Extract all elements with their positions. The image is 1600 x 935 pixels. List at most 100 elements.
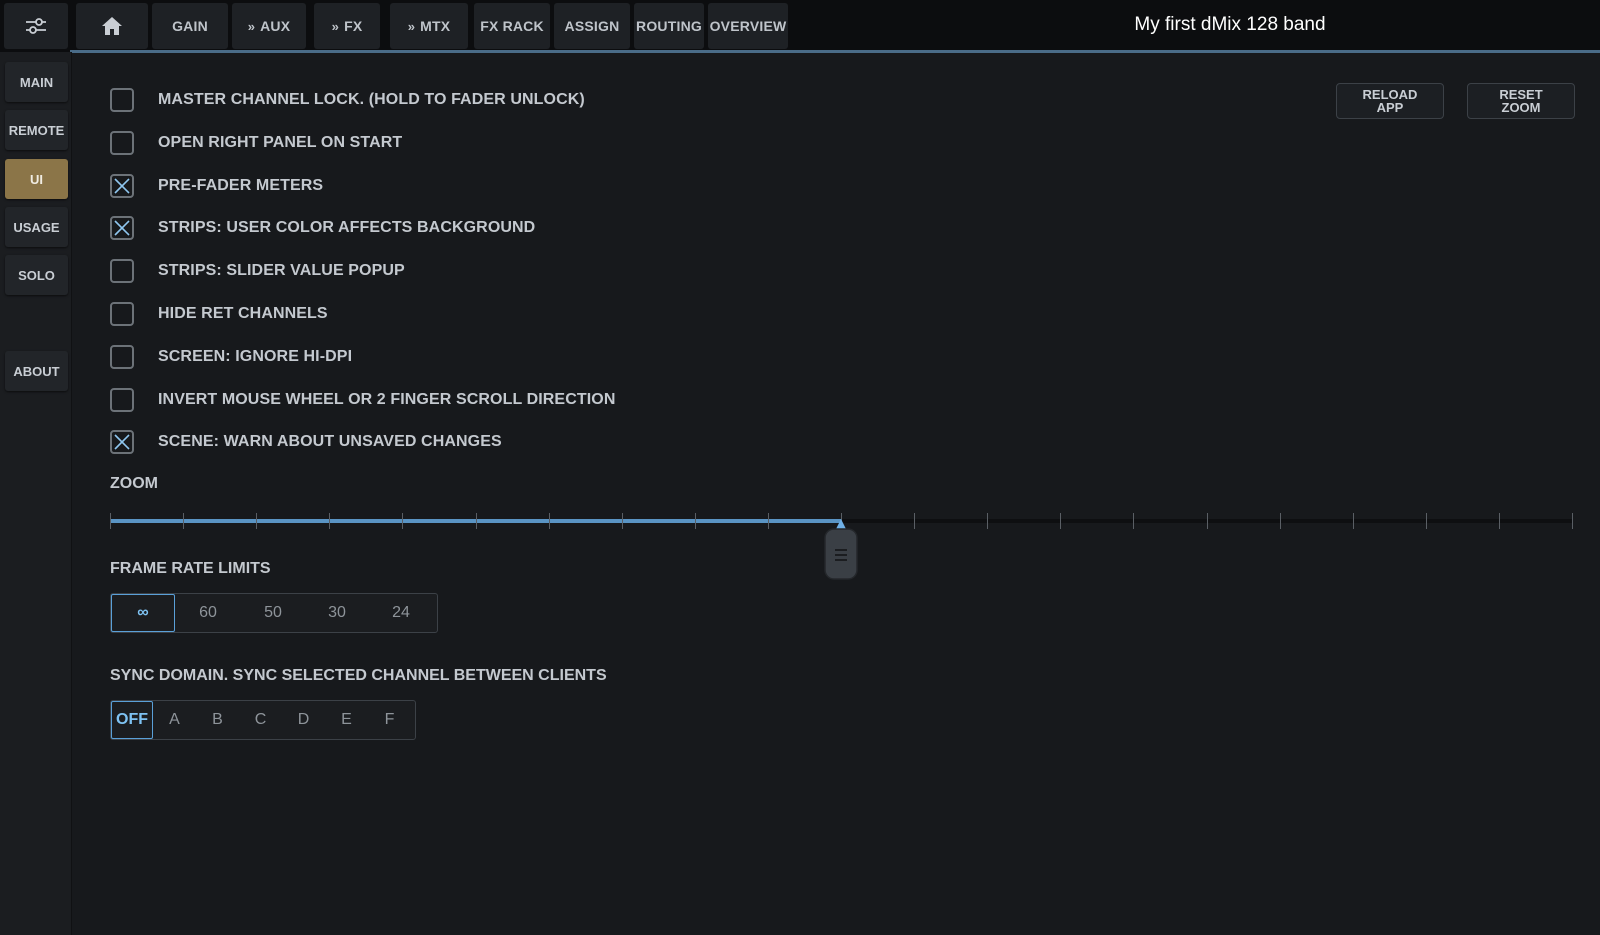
tab-label: GAIN bbox=[172, 18, 208, 34]
sidebar-item-about[interactable]: ABOUT bbox=[5, 351, 68, 391]
top-bar: GAIN» AUX» FX» MTX FX RACK ASSIGN ROUTING OVERV… bbox=[0, 0, 1600, 53]
chevron-double-right-icon: » bbox=[247, 18, 256, 34]
sync-domain-option[interactable]: F bbox=[368, 701, 411, 739]
sync-domain-option[interactable]: B bbox=[196, 701, 239, 739]
zoom-tick bbox=[402, 513, 403, 529]
reset-zoom-button[interactable]: RESET ZOOM bbox=[1467, 83, 1575, 119]
checkbox-unchecked[interactable] bbox=[110, 88, 134, 112]
sync-domain-option[interactable]: OFF bbox=[111, 701, 153, 739]
tab-overview[interactable]: OVERVIEW bbox=[708, 3, 788, 49]
checkbox-checked[interactable] bbox=[110, 430, 134, 455]
tab-mtx[interactable]: » MTX bbox=[390, 3, 468, 49]
option-row[interactable]: STRIPS: SLIDER VALUE POPUP bbox=[110, 258, 405, 284]
zoom-tick bbox=[1353, 513, 1354, 529]
zoom-tick bbox=[1499, 513, 1500, 529]
tab-label: FX bbox=[344, 18, 363, 34]
zoom-tick bbox=[476, 513, 477, 529]
frame-rate-option[interactable]: 60 bbox=[175, 594, 241, 632]
tab-label: AUX bbox=[260, 18, 291, 34]
frame-rate-label: FRAME RATE LIMITS bbox=[110, 560, 271, 577]
option-row[interactable]: SCENE: WARN ABOUT UNSAVED CHANGES bbox=[110, 429, 502, 455]
zoom-tick bbox=[183, 513, 184, 529]
option-row[interactable]: HIDE RET CHANNELS bbox=[110, 301, 328, 327]
home-icon bbox=[102, 17, 122, 35]
sidebar-item-remote[interactable]: REMOTE bbox=[5, 110, 68, 150]
frame-rate-option[interactable]: 30 bbox=[305, 594, 369, 632]
zoom-tick bbox=[695, 513, 696, 529]
sync-domain-option[interactable]: D bbox=[282, 701, 325, 739]
reset-zoom-label-line2: ZOOM bbox=[1501, 100, 1541, 115]
zoom-tick bbox=[987, 513, 988, 529]
option-label: HIDE RET CHANNELS bbox=[158, 305, 328, 322]
checkbox-unchecked[interactable] bbox=[110, 387, 134, 412]
option-label: SCREEN: IGNORE HI-DPI bbox=[158, 347, 353, 365]
option-row[interactable]: STRIPS: USER COLOR AFFECTS BACKGROUND bbox=[110, 215, 535, 241]
sidebar: MAIN REMOTE UI USAGE SOLO ABOUT bbox=[0, 52, 72, 935]
checkbox-checked[interactable] bbox=[110, 216, 134, 241]
reload-app-button[interactable]: RELOAD APP bbox=[1336, 83, 1444, 119]
sync-domain-label: SYNC DOMAIN. SYNC SELECTED CHANNEL BETWE… bbox=[110, 667, 607, 684]
sidebar-item-usage[interactable]: USAGE bbox=[5, 207, 68, 247]
tab-fx-rack[interactable]: FX RACK bbox=[474, 3, 550, 49]
checkbox-unchecked[interactable] bbox=[110, 344, 134, 369]
tab-gain[interactable]: GAIN bbox=[152, 3, 228, 49]
zoom-tick bbox=[914, 513, 915, 529]
checkbox-unchecked[interactable] bbox=[110, 302, 134, 326]
sidebar-item-solo[interactable]: SOLO bbox=[5, 255, 68, 295]
ui-settings-panel: MASTER CHANNEL LOCK. (HOLD TO FADER UNLO… bbox=[72, 55, 1600, 935]
frame-rate-option[interactable]: ∞ bbox=[111, 594, 175, 632]
scene-title: My first dMix 128 band bbox=[1134, 14, 1326, 35]
tab-aux[interactable]: » AUX bbox=[232, 3, 306, 49]
sync-domain-selector: OFF A B C D E F bbox=[110, 700, 416, 740]
reload-label-line2: APP bbox=[1376, 100, 1404, 115]
sync-domain-option[interactable]: A bbox=[153, 701, 196, 739]
checkbox-unchecked[interactable] bbox=[110, 259, 134, 284]
option-row[interactable]: OPEN RIGHT PANEL ON START bbox=[110, 130, 402, 156]
option-label: STRIPS: SLIDER VALUE POPUP bbox=[158, 262, 405, 280]
checkbox-checked[interactable] bbox=[110, 173, 134, 198]
frame-rate-option[interactable]: 24 bbox=[369, 594, 433, 632]
sidebar-item-ui[interactable]: UI bbox=[5, 159, 68, 199]
check-x-icon bbox=[114, 178, 130, 194]
check-x-icon bbox=[114, 220, 130, 236]
option-label: PRE-FADER METERS bbox=[158, 176, 324, 194]
tab-routing[interactable]: ROUTING bbox=[634, 3, 704, 49]
zoom-label: ZOOM bbox=[110, 475, 158, 492]
option-row[interactable]: MASTER CHANNEL LOCK. (HOLD TO FADER UNLO… bbox=[110, 87, 585, 113]
zoom-tick bbox=[1426, 513, 1427, 529]
zoom-tick bbox=[1572, 513, 1573, 529]
zoom-tick bbox=[1207, 513, 1208, 529]
option-label: STRIPS: USER COLOR AFFECTS BACKGROUND bbox=[158, 219, 536, 237]
zoom-tick bbox=[256, 513, 257, 529]
settings-menu-button[interactable] bbox=[4, 3, 68, 49]
checkbox-unchecked[interactable] bbox=[110, 130, 134, 155]
home-button[interactable] bbox=[76, 3, 148, 49]
chevron-double-right-icon: » bbox=[407, 18, 416, 34]
tab-label: FX RACK bbox=[480, 18, 544, 34]
sidebar-item-main[interactable]: MAIN bbox=[5, 62, 68, 102]
option-row[interactable]: INVERT MOUSE WHEEL OR 2 FINGER SCROLL DI… bbox=[110, 387, 615, 413]
frame-rate-option[interactable]: 50 bbox=[241, 594, 305, 632]
tab-assign[interactable]: ASSIGN bbox=[554, 3, 630, 49]
frame-rate-selector: ∞ 60 50 30 24 bbox=[110, 593, 438, 633]
tab-label: MTX bbox=[420, 18, 451, 34]
sync-domain-option[interactable]: E bbox=[325, 701, 368, 739]
option-label: OPEN RIGHT PANEL ON START bbox=[158, 133, 403, 151]
zoom-tick bbox=[329, 513, 330, 529]
option-label: INVERT MOUSE WHEEL OR 2 FINGER SCROLL DI… bbox=[158, 390, 616, 408]
option-row[interactable]: PRE-FADER METERS bbox=[110, 173, 323, 199]
zoom-tick bbox=[768, 513, 769, 529]
tab-fx[interactable]: » FX bbox=[314, 3, 380, 49]
zoom-tick bbox=[622, 513, 623, 529]
tab-label: ROUTING bbox=[636, 18, 702, 34]
option-row[interactable]: SCREEN: IGNORE HI-DPI bbox=[110, 344, 352, 370]
sync-domain-option[interactable]: C bbox=[239, 701, 282, 739]
tab-label: ASSIGN bbox=[564, 18, 620, 34]
zoom-tick bbox=[1133, 513, 1134, 529]
check-x-icon bbox=[114, 434, 130, 450]
zoom-tick bbox=[1060, 513, 1061, 529]
sliders-icon bbox=[26, 18, 46, 34]
zoom-slider-handle[interactable] bbox=[824, 519, 858, 581]
header-divider bbox=[70, 50, 1600, 53]
zoom-tick bbox=[110, 513, 111, 529]
